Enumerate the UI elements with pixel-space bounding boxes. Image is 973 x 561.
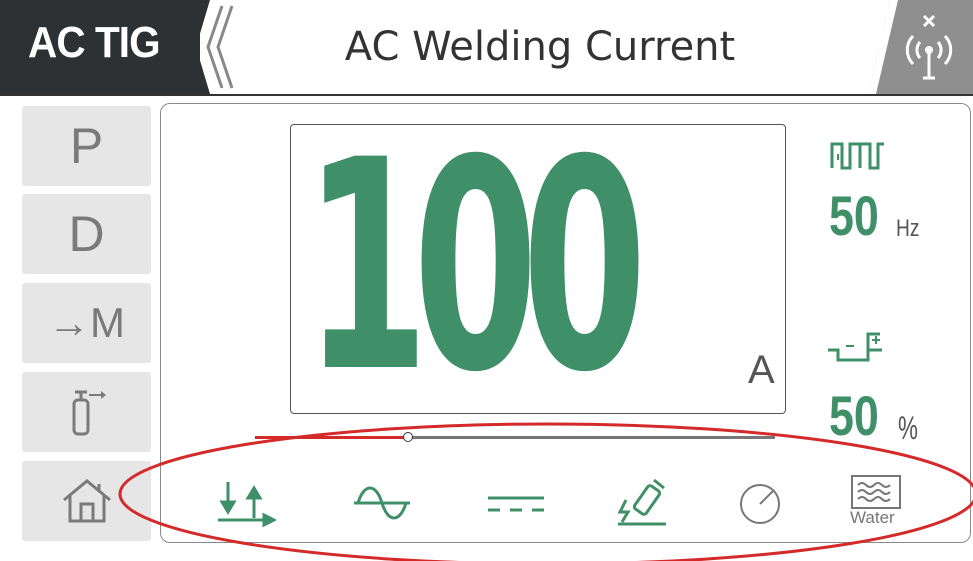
sidebar-item-label: D [68, 206, 105, 262]
arc-start-mode-icon[interactable] [216, 478, 276, 528]
gauge-icon[interactable] [732, 478, 792, 528]
sidebar-item-home[interactable] [22, 461, 151, 541]
sidebar-item-label: P [69, 118, 104, 174]
sidebar-item-program[interactable]: P [22, 106, 151, 186]
frequency-unit: Hz [896, 215, 920, 242]
sidebar-item-label: →M [48, 299, 125, 346]
balance-value: 50 [829, 384, 879, 447]
home-icon [62, 479, 111, 523]
mode-indicator: AC TIG [0, 0, 200, 94]
page-title: AC Welding Current [344, 24, 736, 70]
current-unit: A [748, 348, 775, 392]
sidebar-item-memory[interactable]: →M [22, 283, 151, 363]
mode-label: AC TIG [28, 18, 161, 67]
wireless-off-icon[interactable] [868, 0, 973, 94]
current-slider-fill [255, 436, 405, 439]
current-value: 100 [304, 99, 647, 436]
sidebar-item-display[interactable]: D [22, 194, 151, 274]
frequency-value: 50 [829, 184, 879, 247]
sidebar-item-gas[interactable] [22, 372, 151, 452]
ac-waveform-icon[interactable] [352, 478, 412, 528]
current-slider-knob[interactable] [403, 432, 413, 442]
water-label: Water [850, 508, 895, 527]
dc-mode-icon[interactable] [486, 478, 546, 528]
balance-unit: % [898, 410, 918, 446]
ac-frequency-icon[interactable] [830, 138, 886, 172]
ac-balance-icon[interactable] [826, 328, 884, 366]
water-cooling-icon [851, 475, 901, 509]
gas-cylinder-icon [72, 390, 106, 436]
page-title-container: AC Welding Current [210, 0, 870, 94]
water-cooling-button[interactable]: Water [846, 474, 906, 530]
torch-icon[interactable] [614, 478, 674, 528]
header-divider [0, 94, 973, 96]
header-bar: AC TIG AC Welding Current [0, 0, 973, 96]
